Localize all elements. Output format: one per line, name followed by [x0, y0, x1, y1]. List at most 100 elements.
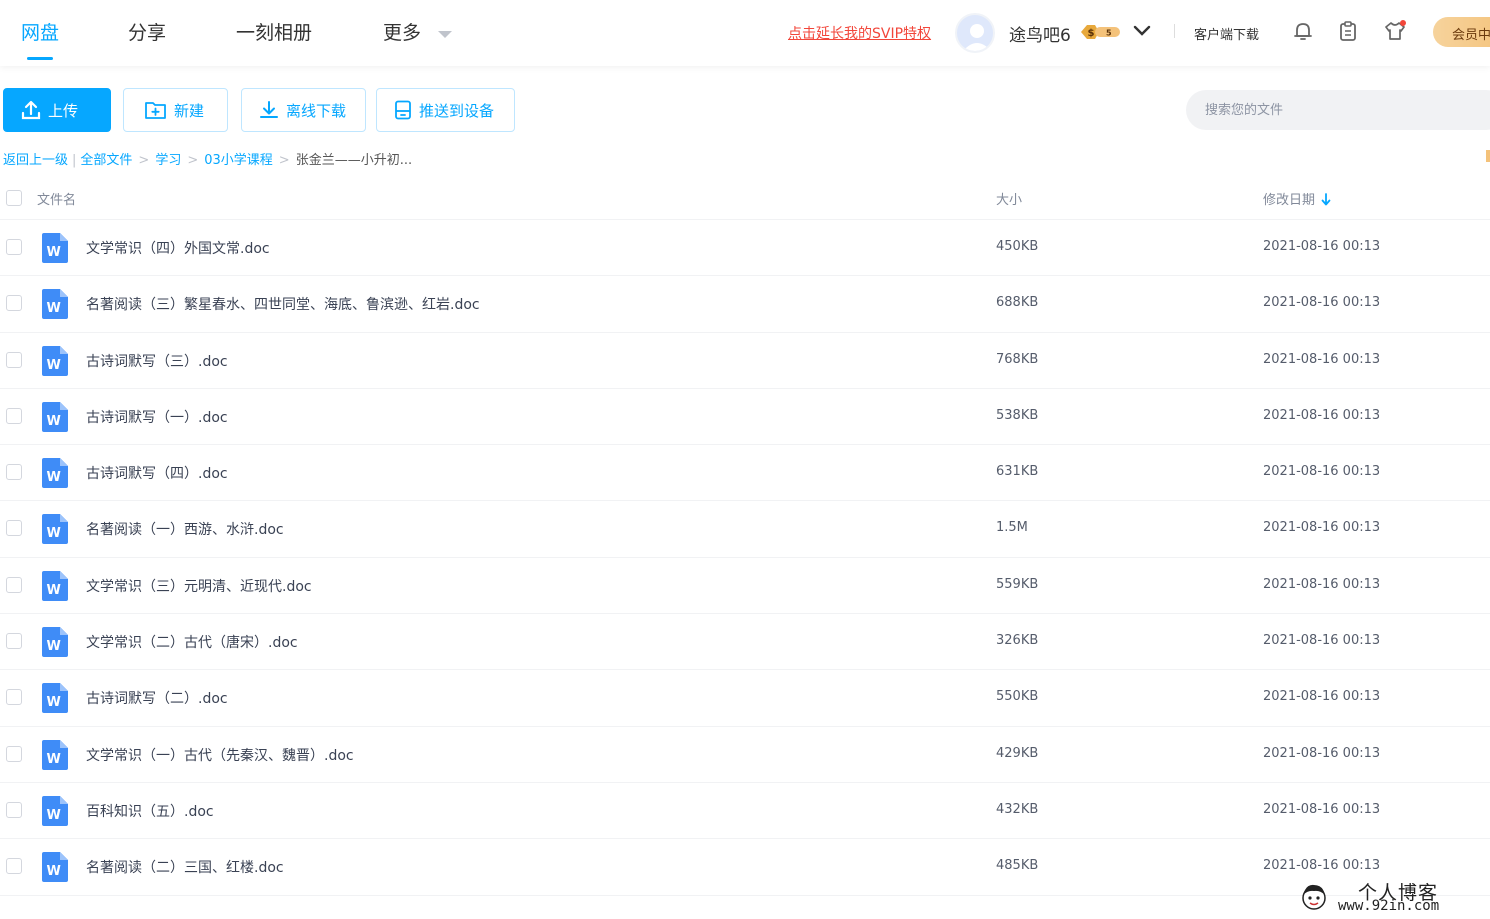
- breadcrumb-separator: >: [187, 153, 199, 168]
- tab-netdisk[interactable]: 网盘: [21, 18, 59, 45]
- word-doc-icon: W: [42, 627, 68, 658]
- file-modified-date: 2021-08-16 00:13: [1263, 633, 1381, 649]
- file-toolbar: 上传 新建 离线下载 推送到设备: [0, 88, 1490, 132]
- row-checkbox[interactable]: [6, 689, 22, 706]
- tab-share[interactable]: 分享: [128, 18, 166, 45]
- side-indicator: [1486, 150, 1490, 162]
- breadcrumb-separator: |: [72, 153, 77, 168]
- file-name[interactable]: 文学常识（三）元明清、近现代.doc: [86, 576, 312, 596]
- file-size: 559KB: [996, 576, 1039, 592]
- avatar[interactable]: [955, 13, 995, 53]
- svip-extend-link[interactable]: 点击延长我的SVIP特权: [788, 23, 931, 43]
- row-checkbox[interactable]: [6, 295, 22, 312]
- tab-more[interactable]: 更多: [383, 18, 421, 45]
- row-checkbox[interactable]: [6, 858, 22, 875]
- new-button[interactable]: 新建: [123, 88, 228, 132]
- cartoon-face-icon: [1302, 884, 1326, 910]
- row-checkbox[interactable]: [6, 239, 22, 255]
- file-size: 1.5M: [996, 520, 1028, 536]
- file-name[interactable]: 文学常识（二）古代（唐宋）.doc: [86, 632, 298, 652]
- file-name[interactable]: 百科知识（五）.doc: [86, 801, 214, 821]
- select-all-checkbox[interactable]: [6, 190, 22, 206]
- member-center-button[interactable]: 会员中: [1433, 17, 1490, 47]
- tshirt-skin-icon[interactable]: [1384, 20, 1406, 42]
- file-modified-date: 2021-08-16 00:13: [1263, 351, 1381, 367]
- table-row[interactable]: W 名著阅读（二）三国、红楼.doc 485KB 2021-08-16 00:13: [0, 839, 1490, 896]
- word-doc-icon: W: [42, 458, 68, 489]
- table-row[interactable]: W 古诗词默写（三）.doc 768KB 2021-08-16 00:13: [0, 333, 1490, 389]
- clipboard-icon[interactable]: [1337, 20, 1359, 42]
- file-name[interactable]: 古诗词默写（三）.doc: [86, 351, 228, 371]
- row-checkbox[interactable]: [6, 464, 22, 481]
- word-doc-icon: W: [42, 852, 68, 883]
- word-doc-icon: W: [42, 739, 68, 770]
- column-header-size[interactable]: 大小: [996, 189, 1022, 208]
- file-modified-date: 2021-08-16 00:13: [1263, 239, 1381, 254]
- tab-moment-album[interactable]: 一刻相册: [236, 18, 312, 45]
- file-size: 688KB: [996, 295, 1039, 311]
- file-name[interactable]: 文学常识（四）外国文常.doc: [86, 238, 270, 258]
- username[interactable]: 途鸟吧6: [1009, 21, 1071, 46]
- client-download-link[interactable]: 客户端下载: [1194, 24, 1259, 43]
- offline-download-button[interactable]: 离线下载: [241, 88, 366, 132]
- push-to-device-button[interactable]: 推送到设备: [376, 88, 515, 132]
- download-icon: [260, 101, 278, 118]
- file-name[interactable]: 名著阅读（一）西游、水浒.doc: [86, 519, 284, 539]
- search-input[interactable]: [1186, 90, 1490, 130]
- word-doc-icon: W: [42, 795, 68, 826]
- site-watermark: 个人博客 www.92in.com: [1298, 878, 1488, 918]
- column-header-date[interactable]: 修改日期: [1263, 189, 1331, 208]
- word-doc-icon: W: [42, 401, 68, 432]
- table-row[interactable]: W 古诗词默写（四）.doc 631KB 2021-08-16 00:13: [0, 445, 1490, 502]
- breadcrumb-primary-course[interactable]: 03小学课程: [204, 153, 273, 168]
- chevron-down-icon[interactable]: [438, 31, 452, 38]
- word-doc-icon: W: [42, 233, 68, 263]
- row-checkbox[interactable]: [6, 576, 22, 593]
- row-checkbox[interactable]: [6, 407, 22, 424]
- chevron-down-icon[interactable]: [1133, 24, 1151, 38]
- file-size: 550KB: [996, 689, 1039, 705]
- table-row[interactable]: W 文学常识（三）元明清、近现代.doc 559KB 2021-08-16 00:13: [0, 558, 1490, 615]
- table-row[interactable]: W 古诗词默写（一）.doc 538KB 2021-08-16 00:13: [0, 389, 1490, 446]
- row-checkbox[interactable]: [6, 351, 22, 368]
- new-folder-icon: [145, 102, 166, 119]
- file-name[interactable]: 古诗词默写（一）.doc: [86, 407, 228, 427]
- back-link[interactable]: 返回上一级: [3, 153, 68, 168]
- column-header-name[interactable]: 文件名: [37, 189, 76, 208]
- row-checkbox[interactable]: [6, 520, 22, 537]
- offline-download-label: 离线下载: [286, 101, 347, 120]
- file-size: 631KB: [996, 464, 1039, 480]
- upload-button[interactable]: 上传: [3, 88, 111, 132]
- file-name[interactable]: 古诗词默写（二）.doc: [86, 688, 228, 708]
- word-doc-icon: W: [42, 514, 68, 545]
- file-name[interactable]: 名著阅读（二）三国、红楼.doc: [86, 857, 284, 877]
- file-size: 538KB: [996, 407, 1039, 423]
- table-row[interactable]: W 百科知识（五）.doc 432KB 2021-08-16 00:13: [0, 783, 1490, 840]
- table-row[interactable]: W 名著阅读（一）西游、水浒.doc 1.5M 2021-08-16 00:13: [0, 501, 1490, 558]
- row-checkbox[interactable]: [6, 633, 22, 650]
- new-button-label: 新建: [174, 101, 205, 120]
- table-row[interactable]: W 名著阅读（三）繁星春水、四世同堂、海底、鲁滨逊、红岩.doc 688KB 2021…: [0, 276, 1490, 333]
- table-row[interactable]: W 文学常识（二）古代（唐宋）.doc 326KB 2021-08-16 00:13: [0, 614, 1490, 671]
- bell-icon[interactable]: [1292, 20, 1314, 42]
- breadcrumb-current: 张金兰——小升初...: [295, 153, 413, 168]
- divider: [1174, 24, 1175, 38]
- file-name[interactable]: 古诗词默写（四）.doc: [86, 463, 228, 483]
- top-nav-bar: 网盘 分享 一刻相册 更多 点击延长我的SVIP特权 途鸟吧6 $ 5 客户端下…: [0, 0, 1490, 66]
- file-name[interactable]: 文学常识（一）古代（先秦汉、魏晋）.doc: [86, 745, 354, 765]
- sort-down-arrow-icon[interactable]: [1321, 193, 1331, 206]
- row-checkbox[interactable]: [6, 801, 22, 818]
- breadcrumb-all-files[interactable]: 全部文件: [80, 153, 132, 168]
- table-row[interactable]: W 文学常识（一）古代（先秦汉、魏晋）.doc 429KB 2021-08-16 00…: [0, 727, 1490, 783]
- table-row[interactable]: W 古诗词默写（二）.doc 550KB 2021-08-16 00:13: [0, 670, 1490, 727]
- watermark-url: www.92in.com: [1338, 898, 1440, 914]
- table-row[interactable]: W 文学常识（四）外国文常.doc 450KB 2021-08-16 00:13: [0, 220, 1490, 277]
- file-name[interactable]: 名著阅读（三）繁星春水、四世同堂、海底、鲁滨逊、红岩.doc: [86, 294, 480, 314]
- file-modified-date: 2021-08-16 00:13: [1263, 407, 1381, 423]
- row-checkbox[interactable]: [6, 745, 22, 762]
- svg-text:W: W: [47, 695, 61, 710]
- breadcrumb-study[interactable]: 学习: [155, 153, 181, 168]
- column-header-date-label: 修改日期: [1263, 193, 1316, 208]
- file-modified-date: 2021-08-16 00:13: [1263, 858, 1381, 874]
- active-tab-indicator: [27, 57, 53, 60]
